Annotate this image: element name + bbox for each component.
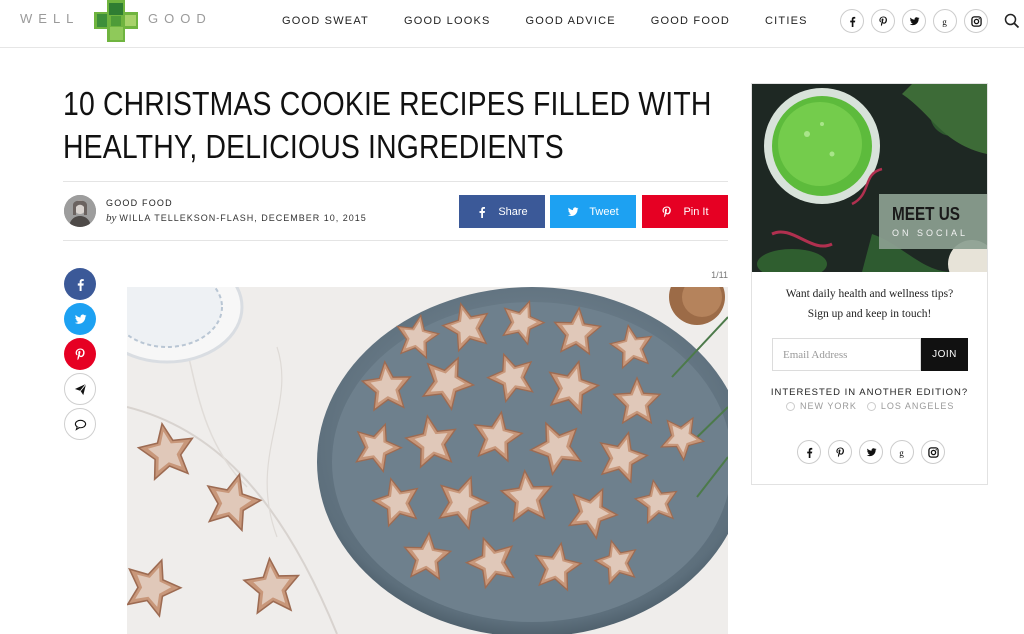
- author-photo: [64, 195, 96, 227]
- promo-subtitle: ON SOCIAL: [892, 228, 969, 238]
- tagline-line-1: Want daily health and wellness tips?: [785, 288, 954, 300]
- author-and-date[interactable]: WILLA TELLEKSON-FLASH, DECEMBER 10, 2015: [119, 213, 366, 223]
- send-icon[interactable]: [64, 373, 96, 405]
- radio-button[interactable]: [786, 401, 795, 411]
- cookies-photo: [127, 287, 728, 634]
- newsletter-widget: MEET US ON SOCIAL Want daily health and …: [751, 83, 988, 485]
- edition-option-new-york[interactable]: NEW YORK: [786, 401, 857, 411]
- edition-options: NEW YORK LOS ANGELES: [786, 401, 954, 411]
- meet-us-promo[interactable]: MEET US ON SOCIAL: [752, 84, 987, 272]
- pinterest-share-button[interactable]: Pin It: [642, 195, 728, 228]
- svg-text:g: g: [899, 448, 904, 458]
- pinterest-share-label: Pin It: [683, 205, 709, 218]
- pinterest-icon[interactable]: [871, 9, 895, 33]
- site-logo[interactable]: WELL GOOD: [18, 0, 213, 42]
- instagram-icon[interactable]: [964, 9, 988, 33]
- article-title: 10 CHRISTMAS COOKIE RECIPES FILLED WITH …: [63, 82, 711, 168]
- article-byline: by WILLA TELLEKSON-FLASH, DECEMBER 10, 20…: [106, 212, 367, 224]
- twitter-icon[interactable]: [902, 9, 926, 33]
- twitter-icon: [568, 206, 579, 216]
- main-nav: GOOD SWEAT GOOD LOOKS GOOD ADVICE GOOD F…: [282, 15, 843, 27]
- byline-prefix: by: [106, 212, 117, 224]
- hero-image[interactable]: [127, 287, 728, 634]
- twitter-share-button[interactable]: Tweet: [550, 195, 636, 228]
- google-plus-icon[interactable]: g: [890, 440, 914, 464]
- article-title-line-2: HEALTHY, DELICIOUS INGREDIENTS: [63, 128, 564, 165]
- logo-word-good: GOOD: [148, 11, 212, 26]
- pinterest-icon: [662, 206, 672, 217]
- header-social-links: g: [840, 9, 988, 33]
- logo-word-well: WELL: [20, 11, 80, 26]
- email-field[interactable]: [772, 338, 921, 371]
- author-avatar[interactable]: [64, 195, 96, 227]
- radio-button[interactable]: [866, 401, 876, 411]
- sidebar-social-links: g: [797, 440, 945, 464]
- search-icon[interactable]: [1004, 13, 1020, 29]
- newsletter-tagline: Want daily health and wellness tips? Sig…: [752, 284, 987, 324]
- nav-good-food[interactable]: GOOD FOOD: [651, 15, 730, 27]
- article-title-line-1: 10 CHRISTMAS COOKIE RECIPES FILLED WITH: [63, 85, 712, 122]
- tagline-line-2: Sign up and keep in touch!: [807, 308, 932, 320]
- divider: [63, 181, 728, 182]
- article-category[interactable]: GOOD FOOD: [106, 198, 173, 208]
- slide-counter: 1/11: [711, 270, 728, 280]
- nav-good-looks[interactable]: GOOD LOOKS: [404, 15, 491, 27]
- nav-good-sweat[interactable]: GOOD SWEAT: [282, 15, 369, 27]
- site-header: WELL GOOD GOOD SWEAT GOOD LOOKS GOOD ADV…: [0, 0, 1024, 48]
- facebook-icon: [479, 206, 486, 218]
- twitter-share-label: Tweet: [589, 205, 619, 218]
- divider: [63, 240, 728, 241]
- instagram-icon[interactable]: [921, 440, 945, 464]
- promo-title: MEET US: [892, 204, 961, 224]
- twitter-share-icon[interactable]: [64, 303, 96, 335]
- edition-question: INTERESTED IN ANOTHER EDITION?: [770, 387, 969, 398]
- facebook-icon[interactable]: [840, 9, 864, 33]
- nav-good-advice[interactable]: GOOD ADVICE: [526, 15, 616, 27]
- facebook-share-button[interactable]: Share: [459, 195, 545, 228]
- edition-label: LOS ANGELES: [880, 401, 955, 411]
- twitter-icon[interactable]: [859, 440, 883, 464]
- facebook-share-label: Share: [498, 205, 528, 218]
- logo-cross-icon: [94, 0, 138, 42]
- pinterest-share-icon[interactable]: [64, 338, 96, 370]
- facebook-icon[interactable]: [797, 440, 821, 464]
- floating-share-bar: [64, 268, 96, 443]
- facebook-share-icon[interactable]: [64, 268, 96, 300]
- nav-cities[interactable]: CITIES: [765, 15, 808, 27]
- promo-label-panel: MEET US ON SOCIAL: [879, 194, 987, 249]
- comment-icon[interactable]: [64, 408, 96, 440]
- edition-label: NEW YORK: [800, 401, 857, 411]
- edition-option-los-angeles[interactable]: LOS ANGELES: [866, 401, 955, 411]
- google-plus-icon[interactable]: g: [933, 9, 957, 33]
- pinterest-icon[interactable]: [828, 440, 852, 464]
- svg-text:g: g: [942, 17, 947, 27]
- join-button[interactable]: JOIN: [921, 338, 968, 371]
